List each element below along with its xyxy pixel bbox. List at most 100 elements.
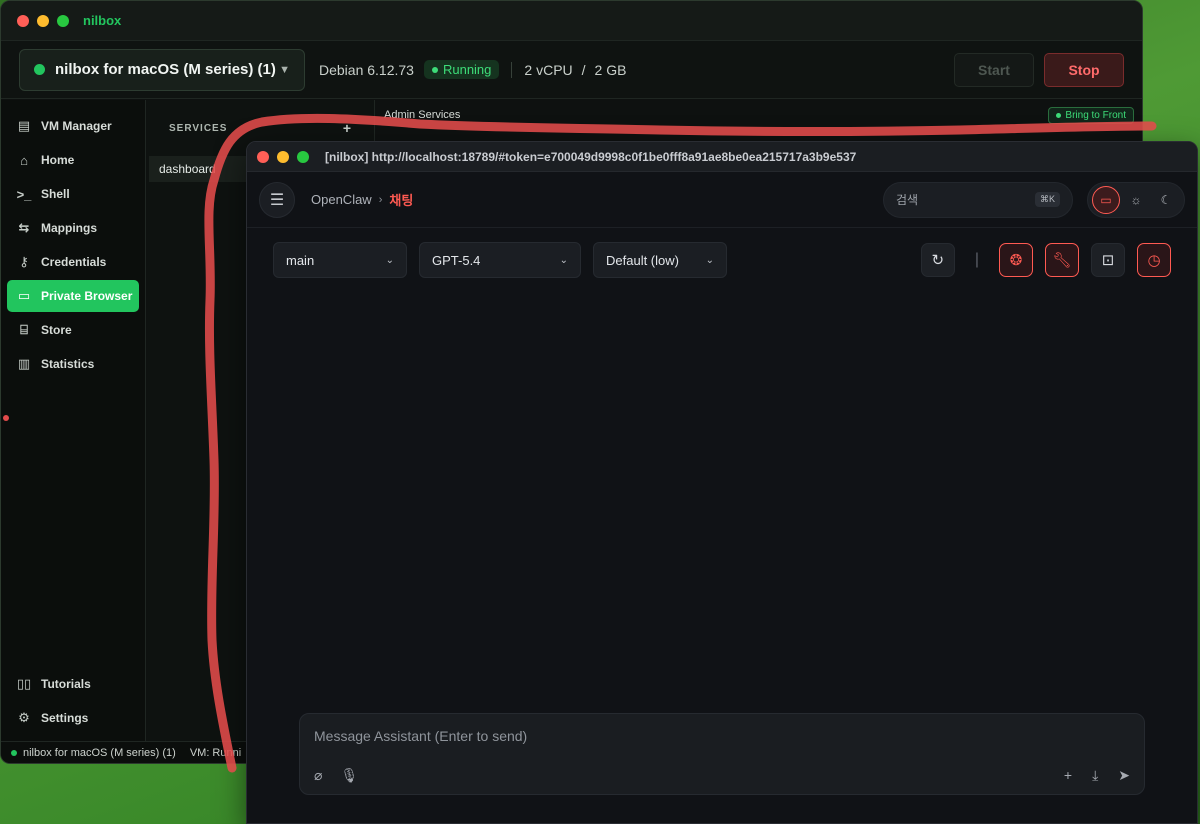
sidebar-item-tutorials[interactable]: ▯▯ Tutorials [7,668,139,700]
microphone-icon[interactable]: 🎙︎ [340,767,358,784]
sidebar-item-label: Store [41,323,72,337]
vm-selector[interactable]: nilbox for macOS (M series) (1) ▼ [19,48,305,91]
bring-to-front-label: Bring to Front [1065,109,1126,121]
theme-switcher: ▭ ☼ ☾ [1087,181,1185,218]
toolbar-actions: ↻ | ❂ 🔧︎ ⊡ ◷ [920,243,1171,277]
breadcrumb-root[interactable]: OpenClaw [311,192,372,207]
status-dot [431,66,438,73]
status-dot [1056,112,1062,118]
book-icon: ▯▯ [16,676,32,691]
vm-status-dot [34,64,45,75]
search-input[interactable]: 검색 ⌘K [883,181,1073,218]
vm-name: nilbox for macOS (M series) (1) [55,61,276,78]
sidebar-item-private-browser[interactable]: ▭ Private Browser [7,280,139,312]
tools-button[interactable]: 🔧︎ [1045,243,1079,277]
breadcrumb: OpenClaw › 채팅 [311,190,413,209]
breadcrumb-current: 채팅 [389,193,414,208]
sidebar-item-mappings[interactable]: ⇆ Mappings [7,212,139,244]
sidebar-item-label: Home [41,153,75,167]
sidebar-item-statistics[interactable]: ▥ Statistics [7,348,139,380]
agent-select[interactable]: main ⌄ [273,242,407,278]
sidebar-item-settings[interactable]: ⚙ Settings [7,702,139,734]
sidebar-item-label: Credentials [41,255,107,269]
browser-window: [nilbox] http://localhost:18789/#token=e… [246,141,1198,824]
message-composer[interactable]: Message Assistant (Enter to send) ⌀ 🎙︎ +… [299,713,1145,795]
traffic-lights [17,14,69,27]
refresh-icon: ↻ [931,252,945,269]
chevron-down-icon: ⌄ [705,254,714,266]
divider [511,61,513,78]
monitor-icon: ▭ [1100,192,1112,207]
browser-icon: ▭ [17,288,31,303]
zoom-window-button[interactable] [297,150,309,163]
divider: | [974,251,979,268]
sidebar-item-vm-manager[interactable]: ▤ VM Manager [7,110,139,142]
status-dot [11,749,17,756]
sidebar-item-store[interactable]: ⌸ Store [7,314,139,346]
bring-to-front-button[interactable]: Bring to Front [1048,106,1134,124]
mode-select-value: Default (low) [606,252,679,268]
focus-icon: ⊡ [1101,252,1115,269]
composer-actions: ⌀ 🎙︎ + ⤓ ➤ [314,767,1130,784]
key-icon: ⚷ [19,254,29,269]
sidebar-item-label: Tutorials [41,677,91,691]
close-window-button[interactable] [257,150,269,163]
model-select[interactable]: GPT-5.4 ⌄ [419,242,581,278]
minimize-window-button[interactable] [277,150,289,163]
chevron-down-icon: ⌄ [385,254,394,266]
brain-button[interactable]: ❂ [999,243,1033,277]
sidebar-item-label: Mappings [41,221,97,235]
focus-button[interactable]: ⊡ [1091,243,1125,277]
traffic-lights [257,150,309,163]
menu-button[interactable]: ☰ [259,181,295,218]
search-placeholder: 검색 [896,193,919,207]
arrows-icon: ⇆ [18,220,30,235]
close-window-button[interactable] [17,14,29,27]
zoom-window-button[interactable] [57,14,69,27]
titlebar: nilbox [1,1,1142,41]
theme-system-button[interactable]: ▭ [1092,185,1120,214]
sidebar-item-label: Private Browser [41,289,133,303]
agent-select-value: main [286,252,315,268]
terminal-icon: >_ [16,186,32,202]
shortcut-badge: ⌘K [1034,192,1060,207]
vm-cpu: 2 vCPU [524,61,573,78]
admin-services-title: Admin Services [384,109,461,121]
start-button[interactable]: Start [954,52,1034,87]
sidebar-item-credentials[interactable]: ⚷ Credentials [7,246,139,278]
sidebar-item-label: Shell [41,187,70,201]
send-icon[interactable]: ➤ [1118,767,1130,784]
services-title: SERVICES [169,122,228,134]
vm-os: Debian 6.12.73 [319,61,414,78]
sidebar-item-label: Settings [41,711,89,725]
mode-select[interactable]: Default (low) ⌄ [593,242,727,278]
theme-dark-button[interactable]: ☾ [1152,186,1180,214]
history-button[interactable]: ◷ [1137,243,1171,277]
status-text: Running [442,62,492,77]
vm-info: Debian 6.12.73 Running 2 vCPU / 2 GB [319,60,626,79]
vm-memory: 2 GB [594,61,627,78]
paperclip-icon[interactable]: ⌀ [314,767,322,784]
vm-spec-separator: / [581,61,586,78]
wrench-icon: 🔧︎ [1052,252,1072,269]
add-service-button[interactable]: + [343,120,352,136]
gear-icon: ⚙ [18,710,30,725]
sun-icon: ☼ [1130,192,1142,207]
theme-light-button[interactable]: ☼ [1122,186,1150,214]
chevron-right-icon: › [378,193,383,206]
statusbar-vm-state: VM: Runni [189,746,242,759]
sidebar-item-home[interactable]: ⌂ Home [7,144,139,176]
brain-icon: ❂ [1009,252,1023,269]
status-badge: Running [423,60,500,79]
minimize-window-button[interactable] [37,14,49,27]
browser-window-title: [nilbox] http://localhost:18789/#token=e… [325,149,857,164]
sidebar-item-shell[interactable]: >_ Shell [7,178,139,210]
chevron-down-icon: ▼ [279,63,290,76]
message-input[interactable]: Message Assistant (Enter to send) [314,728,527,744]
download-icon[interactable]: ⤓ [1092,767,1098,784]
plus-icon[interactable]: + [1064,767,1072,784]
sidebar-item-label: Statistics [41,357,95,371]
stop-button[interactable]: Stop [1044,52,1124,87]
refresh-button[interactable]: ↻ [920,243,955,277]
home-icon: ⌂ [20,152,28,168]
